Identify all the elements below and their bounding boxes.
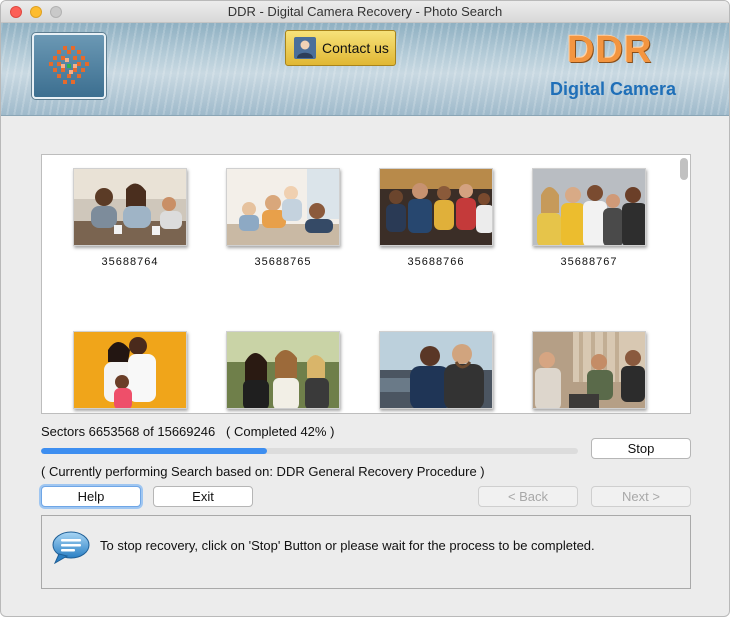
- photo-thumbnail[interactable]: [226, 331, 340, 409]
- photo-gallery[interactable]: 35688764 35688765 35688766 35688767: [41, 154, 691, 414]
- photo-item[interactable]: 35688767: [532, 168, 646, 268]
- sectors-progress-text: Sectors 6653568 of 15669246 ( Completed …: [41, 424, 335, 439]
- contact-us-button[interactable]: Contact us: [285, 30, 396, 66]
- photo-thumbnail[interactable]: [532, 331, 646, 409]
- photo-label: 35688767: [560, 256, 618, 268]
- photo-item[interactable]: 35688764: [73, 168, 187, 268]
- contact-us-label: Contact us: [322, 40, 389, 56]
- progress-bar: [41, 448, 578, 454]
- photo-thumbnail[interactable]: [226, 168, 340, 246]
- gallery-scrollbar[interactable]: [680, 158, 688, 180]
- photo-label: 35688765: [254, 256, 312, 268]
- app-window: DDR - Digital Camera Recovery - Photo Se…: [0, 0, 730, 617]
- recovery-logo-icon: [32, 33, 106, 99]
- photo-thumbnail[interactable]: [532, 168, 646, 246]
- speech-bubble-icon: [52, 531, 90, 564]
- brand-logo-text: DDR: [567, 29, 653, 71]
- stop-button[interactable]: Stop: [591, 438, 691, 459]
- photo-thumbnail[interactable]: [379, 331, 493, 409]
- photo-thumbnail[interactable]: [73, 168, 187, 246]
- photo-item[interactable]: 35688765: [226, 168, 340, 268]
- back-button[interactable]: < Back: [478, 486, 578, 507]
- photo-item[interactable]: [379, 331, 493, 413]
- info-message: To stop recovery, click on 'Stop' Button…: [100, 538, 595, 553]
- info-panel: To stop recovery, click on 'Stop' Button…: [41, 515, 691, 589]
- help-button[interactable]: Help: [41, 486, 141, 507]
- photo-label: 35688766: [407, 256, 465, 268]
- search-status-text: ( Currently performing Search based on: …: [41, 464, 485, 479]
- title-bar: DDR - Digital Camera Recovery - Photo Se…: [1, 1, 729, 23]
- exit-button[interactable]: Exit: [153, 486, 253, 507]
- photo-item[interactable]: [226, 331, 340, 413]
- photo-thumbnail[interactable]: [73, 331, 187, 409]
- person-icon: [294, 37, 316, 59]
- next-button[interactable]: Next >: [591, 486, 691, 507]
- header-banner: Contact us DDR Digital Camera: [1, 23, 729, 116]
- window-title: DDR - Digital Camera Recovery - Photo Se…: [227, 4, 503, 19]
- photo-item[interactable]: [532, 331, 646, 413]
- photo-thumbnail[interactable]: [379, 168, 493, 246]
- photo-item[interactable]: [73, 331, 187, 413]
- photo-item[interactable]: 35688766: [379, 168, 493, 268]
- brand-subtitle: Digital Camera: [550, 79, 677, 99]
- progress-bar-fill: [41, 448, 267, 454]
- photo-label: 35688764: [101, 256, 159, 268]
